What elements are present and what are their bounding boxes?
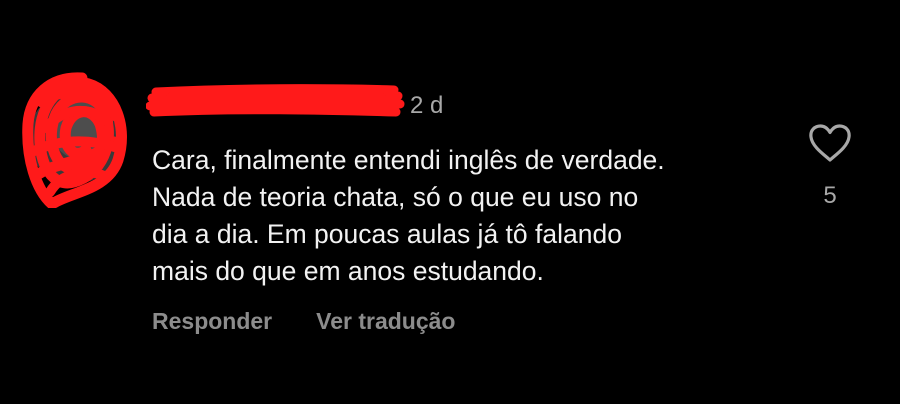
comment-actions: Responder Ver tradução <box>152 306 455 336</box>
like-button[interactable] <box>808 124 852 164</box>
comment-text: Cara, finalmente entendi inglês de verda… <box>152 142 792 290</box>
like-count: 5 <box>823 182 837 209</box>
see-translation-button[interactable]: Ver tradução <box>316 306 455 336</box>
heart-icon <box>809 124 851 162</box>
avatar[interactable] <box>22 72 128 208</box>
reply-button[interactable]: Responder <box>152 306 272 336</box>
comment-text-line: Nada de teoria chata, só o que eu uso no <box>152 182 639 212</box>
comment-timestamp: 2 d <box>410 92 444 119</box>
comment-item: 2 d Cara, finalmente entendi inglês de v… <box>0 0 900 404</box>
comment-text-line: mais do que em anos estudando. <box>152 256 544 286</box>
avatar-redaction-scribble <box>22 72 127 208</box>
comment-text-line: dia a dia. Em poucas aulas já tô falando <box>152 219 622 249</box>
username-redaction <box>145 84 406 120</box>
comment-text-line: Cara, finalmente entendi inglês de verda… <box>152 145 665 175</box>
